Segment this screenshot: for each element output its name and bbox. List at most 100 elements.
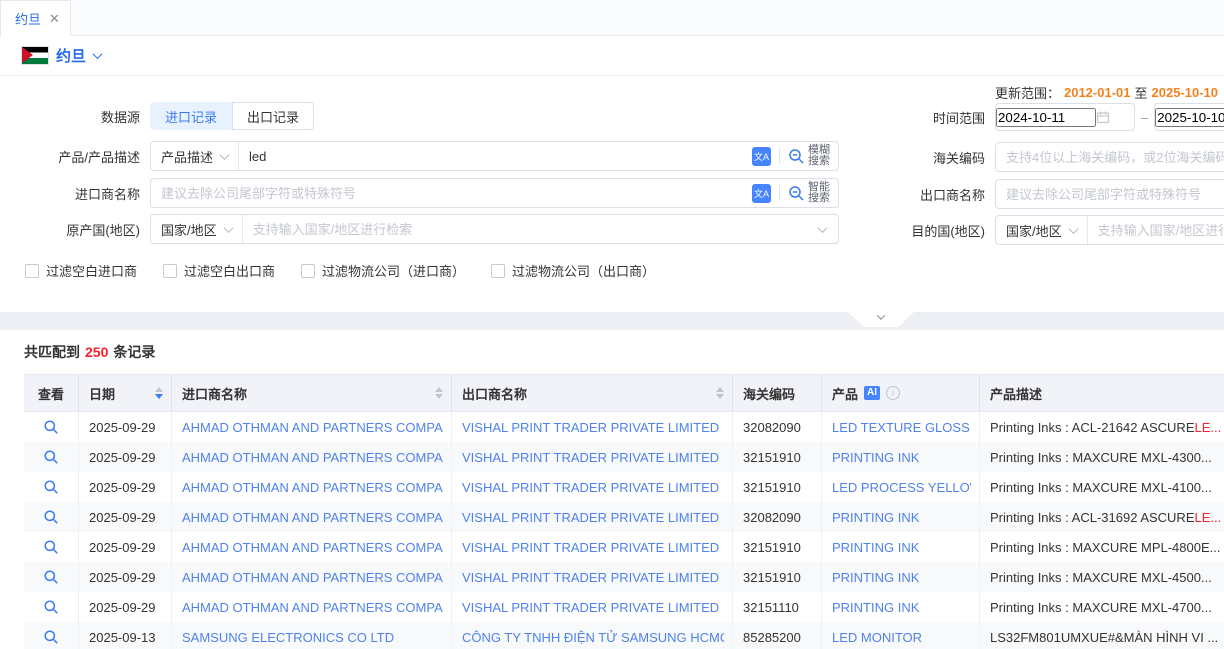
view-magnifier-icon[interactable] <box>43 599 59 615</box>
chevron-down-icon[interactable] <box>93 49 103 59</box>
collapse-band <box>0 312 1224 330</box>
product-search-box: 产品描述 文A 模糊搜索 <box>150 141 839 171</box>
importer-cell: AHMAD OTHMAN AND PARTNERS COMPA... <box>172 502 452 532</box>
exporter-link[interactable]: VISHAL PRINT TRADER PRIVATE LIMITED <box>462 510 719 525</box>
product-link[interactable]: LED MONITOR <box>832 630 922 645</box>
header-hs-code: 海关编码 <box>733 375 822 411</box>
view-magnifier-icon[interactable] <box>43 479 59 495</box>
table-row: 2025-09-29 AHMAD OTHMAN AND PARTNERS COM… <box>24 562 1224 592</box>
country-name[interactable]: 约旦 <box>56 45 86 66</box>
destination-input[interactable] <box>1088 216 1224 244</box>
sort-icon[interactable] <box>435 387 443 399</box>
origin-select[interactable]: 国家/地区 <box>151 215 243 243</box>
smart-search-button[interactable]: 智能搜索 <box>788 182 838 204</box>
export-records-button[interactable]: 出口记录 <box>232 102 314 130</box>
view-magnifier-icon[interactable] <box>43 449 59 465</box>
view-magnifier-icon[interactable] <box>43 569 59 585</box>
info-icon[interactable]: i <box>886 386 900 400</box>
sort-icon[interactable] <box>716 387 724 399</box>
view-cell <box>24 472 79 502</box>
origin-input[interactable] <box>243 215 819 243</box>
date-end-input[interactable] <box>1155 108 1224 127</box>
hs-code-cell: 32151910 <box>733 532 822 562</box>
product-label: 产品/产品描述 <box>0 147 140 166</box>
table-row: 2025-09-29 AHMAD OTHMAN AND PARTNERS COM… <box>24 412 1224 442</box>
import-records-button[interactable]: 进口记录 <box>150 102 232 130</box>
view-magnifier-icon[interactable] <box>43 509 59 525</box>
view-magnifier-icon[interactable] <box>43 539 59 555</box>
hs-code-cell: 32082090 <box>733 502 822 532</box>
product-cell: PRINTING INK <box>822 562 980 592</box>
exporter-cell: VISHAL PRINT TRADER PRIVATE LIMITED <box>452 502 733 532</box>
exporter-link[interactable]: VISHAL PRINT TRADER PRIVATE LIMITED <box>462 600 719 615</box>
view-magnifier-icon[interactable] <box>43 629 59 645</box>
hs-code-cell: 32151910 <box>733 442 822 472</box>
importer-link[interactable]: AHMAD OTHMAN AND PARTNERS COMPA... <box>182 600 443 615</box>
exporter-link[interactable]: VISHAL PRINT TRADER PRIVATE LIMITED <box>462 420 719 435</box>
view-cell <box>24 442 79 472</box>
importer-link[interactable]: AHMAD OTHMAN AND PARTNERS COMPA... <box>182 570 443 585</box>
checkbox[interactable] <box>25 264 39 278</box>
header-exporter[interactable]: 出口商名称 <box>452 375 733 411</box>
view-cell <box>24 562 79 592</box>
product-link[interactable]: LED TEXTURE GLOSS ... <box>832 420 971 435</box>
importer-link[interactable]: AHMAD OTHMAN AND PARTNERS COMPA... <box>182 540 443 555</box>
header-date[interactable]: 日期 <box>79 375 172 411</box>
close-icon[interactable]: ✕ <box>49 11 60 27</box>
importer-cell: AHMAD OTHMAN AND PARTNERS COMPA... <box>172 592 452 622</box>
exporter-link[interactable]: VISHAL PRINT TRADER PRIVATE LIMITED <box>462 450 719 465</box>
importer-input[interactable] <box>151 179 752 207</box>
view-magnifier-icon[interactable] <box>43 419 59 435</box>
product-cell: PRINTING INK <box>822 532 980 562</box>
hs-code-input[interactable] <box>996 143 1224 171</box>
filter-logistics-exporter[interactable]: 过滤物流公司（出口商） <box>491 261 655 280</box>
product-link[interactable]: PRINTING INK <box>832 540 919 555</box>
product-link[interactable]: LED PROCESS YELLOW... <box>832 480 971 495</box>
date-start-box[interactable] <box>995 103 1135 131</box>
exporter-cell: CÔNG TY TNHH ĐIỆN TỬ SAMSUNG HCMC... <box>452 622 733 649</box>
chevron-down-icon <box>877 311 885 319</box>
calendar-icon <box>1096 110 1110 124</box>
date-start-input[interactable] <box>996 108 1096 127</box>
country-header: 约旦 <box>0 36 1224 76</box>
product-link[interactable]: PRINTING INK <box>832 570 919 585</box>
product-type-select[interactable]: 产品描述 <box>151 142 239 170</box>
table-body: 2025-09-29 AHMAD OTHMAN AND PARTNERS COM… <box>24 412 1224 649</box>
filter-blank-importer[interactable]: 过滤空白进口商 <box>25 261 137 280</box>
importer-link[interactable]: AHMAD OTHMAN AND PARTNERS COMPA... <box>182 420 443 435</box>
checkbox[interactable] <box>301 264 315 278</box>
product-search-input[interactable] <box>239 142 752 170</box>
checkbox[interactable] <box>491 264 505 278</box>
exporter-link[interactable]: VISHAL PRINT TRADER PRIVATE LIMITED <box>462 570 719 585</box>
importer-link[interactable]: AHMAD OTHMAN AND PARTNERS COMPA... <box>182 450 443 465</box>
exporter-link[interactable]: VISHAL PRINT TRADER PRIVATE LIMITED <box>462 540 719 555</box>
date-end-box[interactable] <box>1154 103 1224 131</box>
filter-logistics-importer[interactable]: 过滤物流公司（进口商） <box>301 261 465 280</box>
translate-icon[interactable]: 文A <box>752 184 771 203</box>
importer-link[interactable]: AHMAD OTHMAN AND PARTNERS COMPA... <box>182 510 443 525</box>
fuzzy-search-button[interactable]: 模糊搜索 <box>788 145 838 167</box>
exporter-input[interactable] <box>996 180 1224 208</box>
chevron-down-icon <box>1068 224 1078 234</box>
records-table: 查看 日期 进口商名称 出口商名称 海关编码 产品 AI <box>24 374 1224 649</box>
collapse-panel-button[interactable] <box>848 312 914 327</box>
update-range-to: 至 <box>1134 83 1147 102</box>
exporter-link[interactable]: VISHAL PRINT TRADER PRIVATE LIMITED <box>462 480 719 495</box>
importer-link[interactable]: AHMAD OTHMAN AND PARTNERS COMPA... <box>182 480 443 495</box>
product-link[interactable]: PRINTING INK <box>832 450 919 465</box>
destination-select[interactable]: 国家/地区 <box>996 216 1088 244</box>
chevron-down-icon <box>220 150 230 160</box>
tab-jordan[interactable]: 约旦 ✕ <box>0 0 71 36</box>
checkbox[interactable] <box>163 264 177 278</box>
translate-icon[interactable]: 文A <box>752 147 771 166</box>
hs-code-cell: 32151910 <box>733 472 822 502</box>
description-cell: Printing Inks : MAXCURE MPL-4800E... <box>980 532 1224 562</box>
sort-icon[interactable] <box>155 387 163 399</box>
importer-link[interactable]: SAMSUNG ELECTRONICS CO LTD <box>182 630 394 645</box>
exporter-label: 出口商名称 <box>903 185 985 204</box>
product-link[interactable]: PRINTING INK <box>832 510 919 525</box>
filter-blank-exporter[interactable]: 过滤空白出口商 <box>163 261 275 280</box>
product-link[interactable]: PRINTING INK <box>832 600 919 615</box>
exporter-link[interactable]: CÔNG TY TNHH ĐIỆN TỬ SAMSUNG HCMC... <box>462 630 724 645</box>
header-importer[interactable]: 进口商名称 <box>172 375 452 411</box>
